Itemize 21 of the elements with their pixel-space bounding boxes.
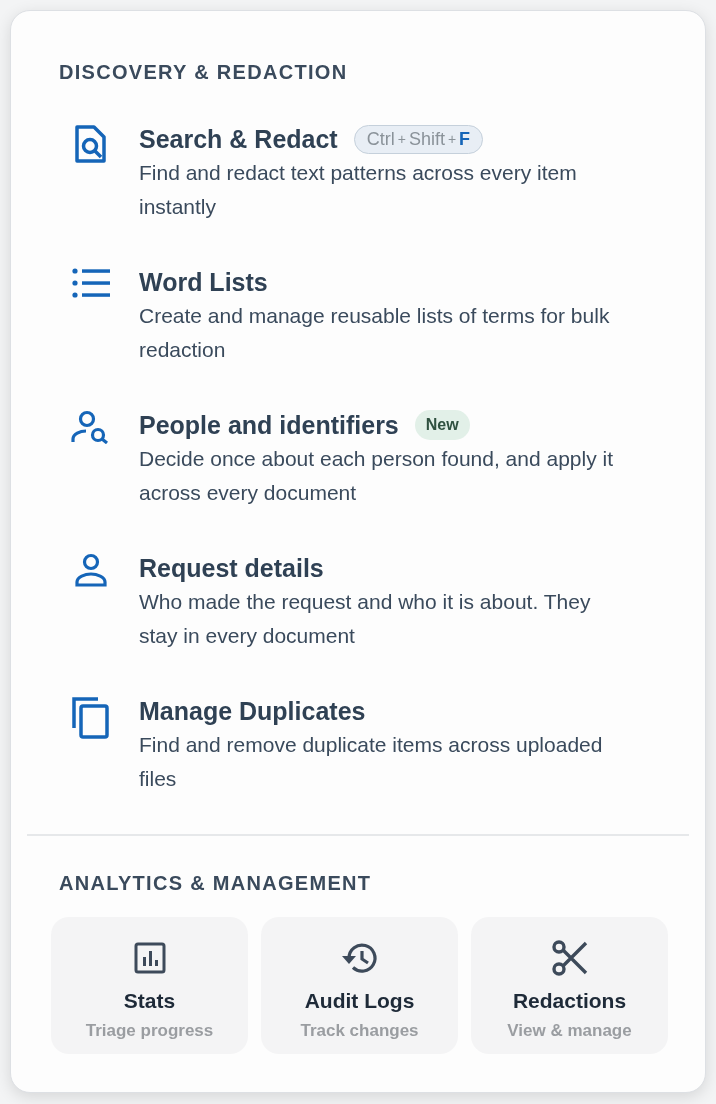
menu-item-title[interactable]: People and identifiers [139, 410, 399, 440]
menu-card[interactable]: Redactions View & manage [471, 917, 668, 1054]
new-badge: New [414, 410, 470, 440]
menu-card[interactable]: Audit Logs Track changes [261, 917, 458, 1054]
menu-item-description: Find and remove duplicate items across uploaded files [139, 732, 604, 792]
copy-icon [71, 696, 111, 740]
menu-item-title[interactable]: Request details [139, 553, 324, 583]
menu-item-title[interactable]: Word Lists [139, 267, 268, 297]
section-heading: DISCOVERY & REDACTION [59, 61, 349, 84]
shortcut-badge: Ctrl + Shift + F [353, 124, 484, 154]
menu-item-title[interactable]: Manage Duplicates [139, 696, 366, 726]
person-search-icon [71, 410, 111, 444]
scissors-icon [551, 939, 588, 977]
menu-item-description: Create and manage reusable lists of terms for bulk redaction [139, 303, 611, 363]
section-heading: ANALYTICS & MANAGEMENT [59, 872, 373, 895]
menu-item-title[interactable]: Search & Redact [139, 124, 338, 154]
menu-card[interactable]: Stats Triage progress [51, 917, 248, 1054]
menu-item-description: Who made the request and who it is about. They stay in every document [139, 589, 592, 649]
menu-item-description: Decide once about each person found, and apply it across every document [139, 446, 614, 506]
list-icon [71, 267, 111, 299]
menu-item-description: Find and redact text patterns across every item instantly [139, 160, 578, 220]
